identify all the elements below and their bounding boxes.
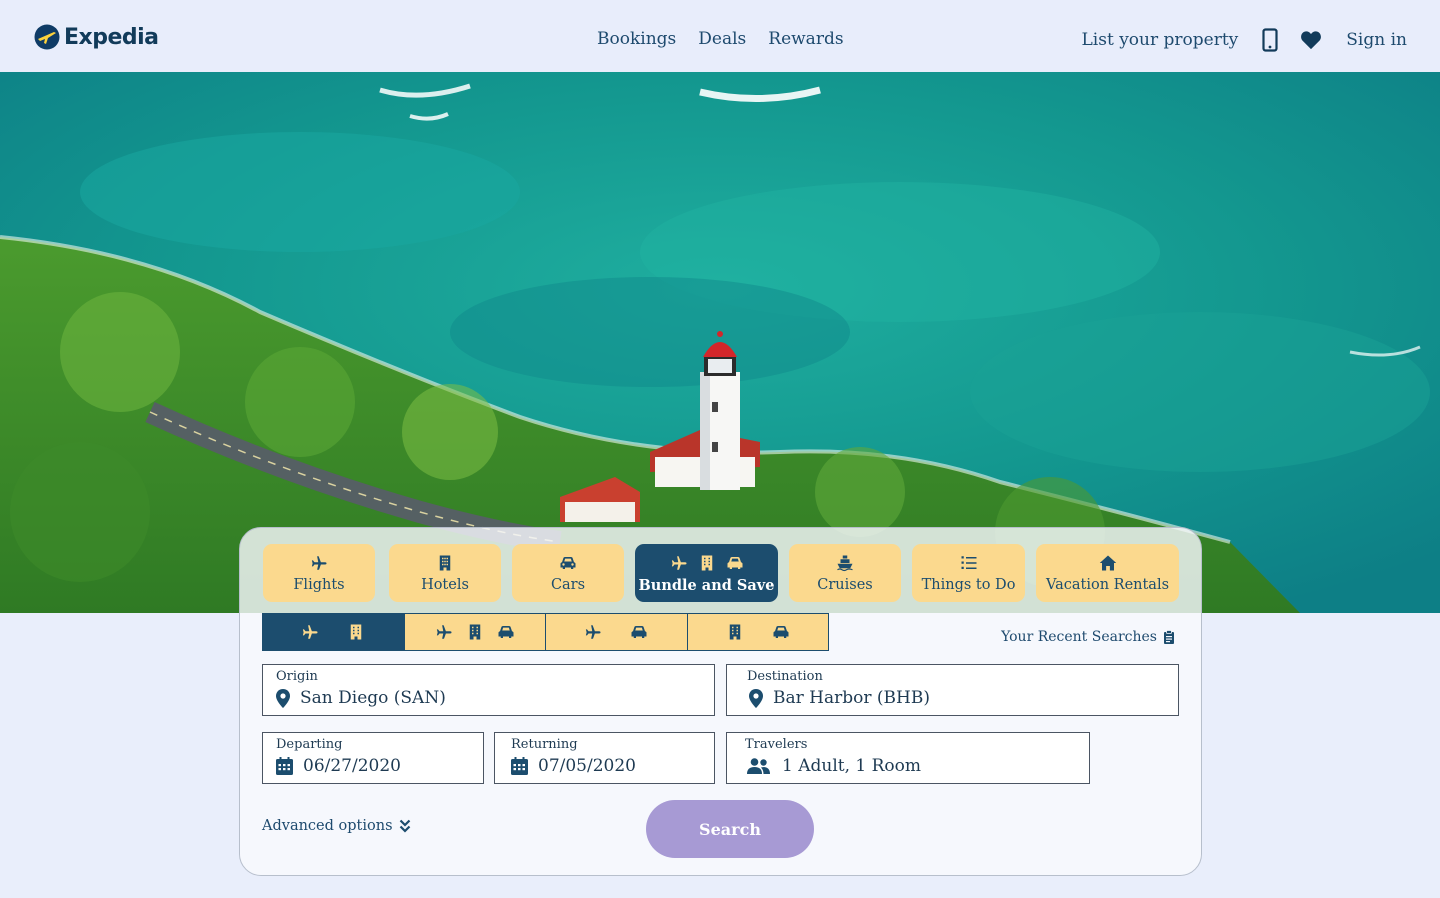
departing-value: 06/27/2020 (303, 756, 401, 776)
bundle-hotel-car-option[interactable] (687, 614, 828, 650)
origin-value: San Diego (SAN) (300, 688, 446, 708)
destination-value: Bar Harbor (BHB) (773, 688, 930, 708)
travelers-label: Travelers (745, 737, 808, 752)
tab-cars[interactable]: Cars (512, 544, 624, 602)
recent-searches-link[interactable]: Your Recent Searches (1001, 629, 1175, 645)
plane-icon (436, 625, 452, 639)
calendar-icon (511, 757, 528, 775)
car-icon (773, 626, 789, 638)
destination-label: Destination (747, 669, 823, 684)
main-nav: Bookings Deals Rewards (597, 29, 844, 49)
tab-cruises[interactable]: Cruises (789, 544, 901, 602)
tab-hotels[interactable]: Hotels (389, 544, 501, 602)
tab-label: Things to Do (921, 577, 1016, 593)
travelers-value: 1 Adult, 1 Room (782, 756, 922, 776)
building-icon (469, 624, 480, 640)
plane-icon (311, 556, 327, 570)
car-icon (631, 626, 647, 638)
advanced-options-toggle[interactable]: Advanced options (262, 818, 411, 834)
recent-searches-label: Your Recent Searches (1001, 629, 1157, 645)
logo-text: Expedia (64, 24, 159, 50)
bundle-flight-car-option[interactable] (546, 614, 688, 650)
car-icon (560, 557, 576, 569)
car-icon (498, 626, 514, 638)
plane-icon (671, 555, 686, 570)
bundle-options (262, 613, 829, 651)
double-chevron-down-icon (399, 819, 410, 833)
tab-things-to-do[interactable]: Things to Do (912, 544, 1025, 602)
top-header: Expedia Bookings Deals Rewards List your… (0, 0, 1440, 72)
mobile-phone-icon[interactable] (1262, 28, 1278, 52)
plane-icon (586, 625, 601, 639)
location-pin-icon (276, 688, 290, 708)
users-icon (747, 758, 770, 774)
location-pin-icon (749, 688, 763, 708)
house-icon (1099, 555, 1116, 571)
travelers-field[interactable]: Travelers 1 Adult, 1 Room (726, 732, 1090, 784)
advanced-options-label: Advanced options (262, 818, 393, 834)
list-icon (961, 556, 976, 569)
list-property-link[interactable]: List your property (1082, 30, 1239, 50)
destination-field[interactable]: Destination Bar Harbor (BHB) (726, 664, 1179, 716)
tab-flights[interactable]: Flights (263, 544, 375, 602)
plane-icon (303, 625, 318, 639)
tab-label: Hotels (421, 577, 469, 593)
building-icon (439, 555, 451, 571)
departing-label: Departing (276, 737, 343, 752)
nav-rewards-link[interactable]: Rewards (768, 29, 843, 49)
nav-bookings-link[interactable]: Bookings (597, 29, 676, 49)
search-button[interactable]: Search (646, 800, 814, 858)
building-icon (729, 624, 740, 640)
returning-value: 07/05/2020 (538, 756, 636, 776)
header-actions: List your property Sign in (1082, 28, 1407, 52)
tab-vacation-rentals[interactable]: Vacation Rentals (1036, 544, 1179, 602)
tab-label: Bundle and Save (638, 576, 775, 594)
heart-icon[interactable] (1300, 30, 1322, 50)
clipboard-icon (1164, 630, 1174, 644)
building-icon (701, 555, 712, 570)
search-panel: Flights Hotels Cars Bundle and Save Crui… (239, 527, 1202, 876)
tab-bundle-and-save[interactable]: Bundle and Save (635, 544, 778, 602)
tab-label: Flights (293, 577, 345, 593)
bundle-flight-hotel-option[interactable] (263, 614, 405, 650)
returning-date-field[interactable]: Returning 07/05/2020 (494, 732, 715, 784)
ship-icon (837, 555, 853, 572)
calendar-icon (276, 757, 293, 775)
origin-field[interactable]: Origin San Diego (SAN) (262, 664, 715, 716)
nav-deals-link[interactable]: Deals (698, 29, 746, 49)
tab-label: Cars (550, 577, 586, 593)
car-icon (727, 556, 742, 569)
origin-label: Origin (276, 669, 318, 684)
logo-globe-icon (34, 24, 60, 50)
returning-label: Returning (511, 737, 578, 752)
building-icon (351, 624, 362, 640)
tab-label: Vacation Rentals (1045, 577, 1170, 593)
sign-in-link[interactable]: Sign in (1346, 30, 1407, 50)
tab-label: Cruises (817, 577, 873, 593)
bundle-flight-hotel-car-option[interactable] (404, 614, 546, 650)
expedia-logo[interactable]: Expedia (34, 24, 159, 50)
departing-date-field[interactable]: Departing 06/27/2020 (262, 732, 484, 784)
